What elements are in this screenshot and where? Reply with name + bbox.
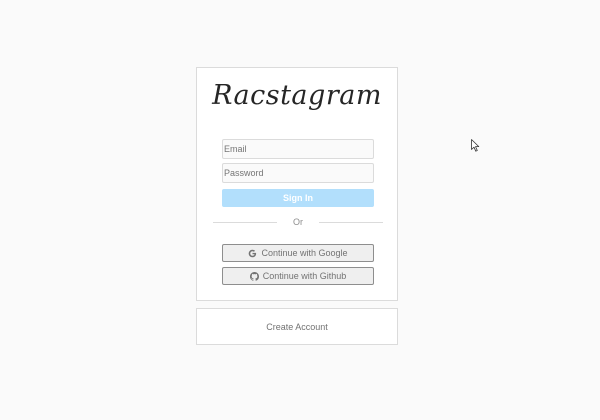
divider-line-right [319,222,383,223]
continue-with-google-button[interactable]: Continue with Google [222,244,374,262]
google-icon [248,249,257,258]
github-button-label: Continue with Github [262,271,347,281]
google-button-label: Continue with Google [261,248,348,258]
login-card: Racstagram Sign In Or Continue with Goog… [196,67,398,301]
github-icon [249,271,259,281]
email-field[interactable] [222,139,374,159]
signup-card: Create Account [196,308,398,345]
continue-with-github-button[interactable]: Continue with Github [222,267,374,285]
password-field[interactable] [222,163,374,183]
sign-in-button[interactable]: Sign In [222,189,374,207]
or-divider: Or [213,217,383,227]
mouse-pointer-icon [471,139,480,152]
create-account-link[interactable]: Create Account [266,322,328,332]
app-logo: Racstagram [212,80,382,111]
